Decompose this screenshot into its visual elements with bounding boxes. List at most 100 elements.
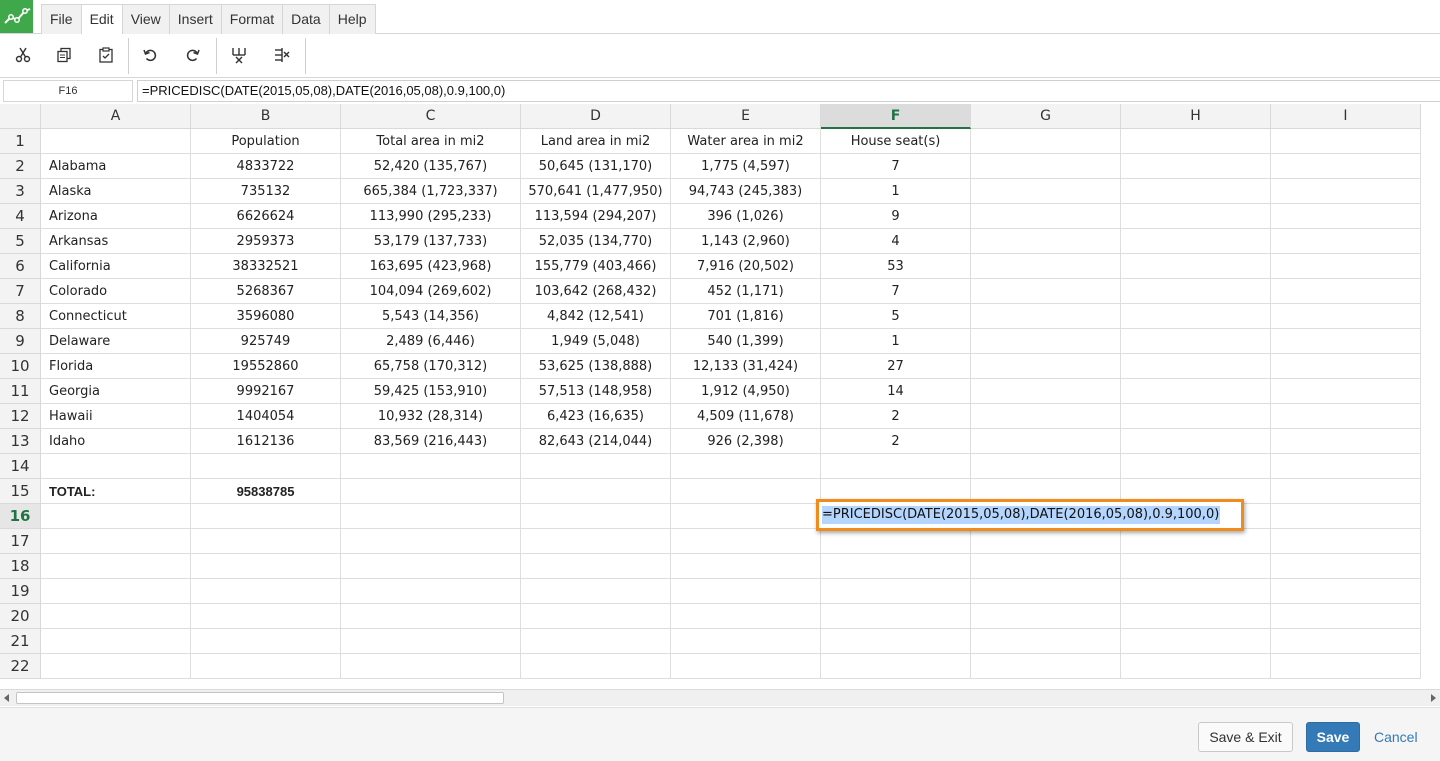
cell-c2[interactable]: 52,420 (135,767)	[341, 154, 521, 179]
cell-g13[interactable]	[971, 429, 1121, 454]
menu-view[interactable]: View	[121, 4, 170, 34]
cell-a15[interactable]: TOTAL:	[41, 479, 191, 504]
cell-h10[interactable]	[1121, 354, 1271, 379]
row-header-6[interactable]: 6	[0, 254, 41, 279]
cell-d22[interactable]	[521, 654, 671, 679]
cell-d17[interactable]	[521, 529, 671, 554]
cell-g5[interactable]	[971, 229, 1121, 254]
cell-g12[interactable]	[971, 404, 1121, 429]
cell-i20[interactable]	[1271, 604, 1421, 629]
cell-b7[interactable]: 5268367	[191, 279, 341, 304]
column-header-f[interactable]: F	[821, 104, 971, 129]
cell-e22[interactable]	[671, 654, 821, 679]
cell-a2[interactable]: Alabama	[41, 154, 191, 179]
cell-h4[interactable]	[1121, 204, 1271, 229]
cell-f13[interactable]: 2	[821, 429, 971, 454]
cell-a3[interactable]: Alaska	[41, 179, 191, 204]
cell-h18[interactable]	[1121, 554, 1271, 579]
cell-h17[interactable]	[1121, 529, 1271, 554]
row-header-17[interactable]: 17	[0, 529, 41, 554]
cell-i21[interactable]	[1271, 629, 1421, 654]
column-header-g[interactable]: G	[971, 104, 1121, 129]
row-header-9[interactable]: 9	[0, 329, 41, 354]
cell-d1[interactable]: Land area in mi2	[521, 129, 671, 154]
menu-edit[interactable]: Edit	[80, 4, 123, 35]
cell-f8[interactable]: 5	[821, 304, 971, 329]
cell-h6[interactable]	[1121, 254, 1271, 279]
paste-button[interactable]	[92, 41, 120, 69]
cell-d4[interactable]: 113,594 (294,207)	[521, 204, 671, 229]
cell-c22[interactable]	[341, 654, 521, 679]
cell-a16[interactable]	[41, 504, 191, 529]
cell-f5[interactable]: 4	[821, 229, 971, 254]
cell-b14[interactable]	[191, 454, 341, 479]
cell-h22[interactable]	[1121, 654, 1271, 679]
cell-i4[interactable]	[1271, 204, 1421, 229]
cell-b17[interactable]	[191, 529, 341, 554]
cell-g9[interactable]	[971, 329, 1121, 354]
cell-f20[interactable]	[821, 604, 971, 629]
row-header-19[interactable]: 19	[0, 579, 41, 604]
cell-e11[interactable]: 1,912 (4,950)	[671, 379, 821, 404]
cell-e13[interactable]: 926 (2,398)	[671, 429, 821, 454]
cut-button[interactable]	[9, 41, 37, 69]
menu-help[interactable]: Help	[328, 4, 376, 34]
cell-i3[interactable]	[1271, 179, 1421, 204]
cell-b1[interactable]: Population	[191, 129, 341, 154]
redo-button[interactable]	[179, 41, 207, 69]
cell-e17[interactable]	[671, 529, 821, 554]
cell-h19[interactable]	[1121, 579, 1271, 604]
column-header-i[interactable]: I	[1271, 104, 1421, 129]
cell-e12[interactable]: 4,509 (11,678)	[671, 404, 821, 429]
cell-d5[interactable]: 52,035 (134,770)	[521, 229, 671, 254]
cell-i12[interactable]	[1271, 404, 1421, 429]
cell-g17[interactable]	[971, 529, 1121, 554]
row-header-20[interactable]: 20	[0, 604, 41, 629]
cell-d11[interactable]: 57,513 (148,958)	[521, 379, 671, 404]
cell-c1[interactable]: Total area in mi2	[341, 129, 521, 154]
cell-f14[interactable]	[821, 454, 971, 479]
cell-f22[interactable]	[821, 654, 971, 679]
scroll-left-icon[interactable]	[2, 693, 12, 703]
cell-g20[interactable]	[971, 604, 1121, 629]
menu-format[interactable]: Format	[220, 4, 284, 34]
cell-h8[interactable]	[1121, 304, 1271, 329]
cell-g14[interactable]	[971, 454, 1121, 479]
cell-e4[interactable]: 396 (1,026)	[671, 204, 821, 229]
cell-i8[interactable]	[1271, 304, 1421, 329]
cell-f1[interactable]: House seat(s)	[821, 129, 971, 154]
cell-h11[interactable]	[1121, 379, 1271, 404]
cell-b16[interactable]	[191, 504, 341, 529]
horizontal-scrollbar[interactable]	[0, 689, 1440, 706]
cell-d15[interactable]	[521, 479, 671, 504]
row-header-15[interactable]: 15	[0, 479, 41, 504]
cell-g7[interactable]	[971, 279, 1121, 304]
cell-c18[interactable]	[341, 554, 521, 579]
cell-c16[interactable]	[341, 504, 521, 529]
cell-d21[interactable]	[521, 629, 671, 654]
cell-a19[interactable]	[41, 579, 191, 604]
cell-h1[interactable]	[1121, 129, 1271, 154]
cell-e6[interactable]: 7,916 (20,502)	[671, 254, 821, 279]
cell-g22[interactable]	[971, 654, 1121, 679]
cell-i13[interactable]	[1271, 429, 1421, 454]
cell-b3[interactable]: 735132	[191, 179, 341, 204]
cell-d9[interactable]: 1,949 (5,048)	[521, 329, 671, 354]
cell-i17[interactable]	[1271, 529, 1421, 554]
cell-b22[interactable]	[191, 654, 341, 679]
cell-a5[interactable]: Arkansas	[41, 229, 191, 254]
cell-e14[interactable]	[671, 454, 821, 479]
cancel-link[interactable]: Cancel	[1374, 722, 1418, 752]
cell-a18[interactable]	[41, 554, 191, 579]
row-header-12[interactable]: 12	[0, 404, 41, 429]
cell-i6[interactable]	[1271, 254, 1421, 279]
cell-b8[interactable]: 3596080	[191, 304, 341, 329]
cell-h7[interactable]	[1121, 279, 1271, 304]
menu-data[interactable]: Data	[282, 4, 330, 34]
cell-c19[interactable]	[341, 579, 521, 604]
menu-insert[interactable]: Insert	[168, 4, 222, 34]
cell-d8[interactable]: 4,842 (12,541)	[521, 304, 671, 329]
column-header-h[interactable]: H	[1121, 104, 1271, 129]
cell-g1[interactable]	[971, 129, 1121, 154]
cell-f6[interactable]: 53	[821, 254, 971, 279]
